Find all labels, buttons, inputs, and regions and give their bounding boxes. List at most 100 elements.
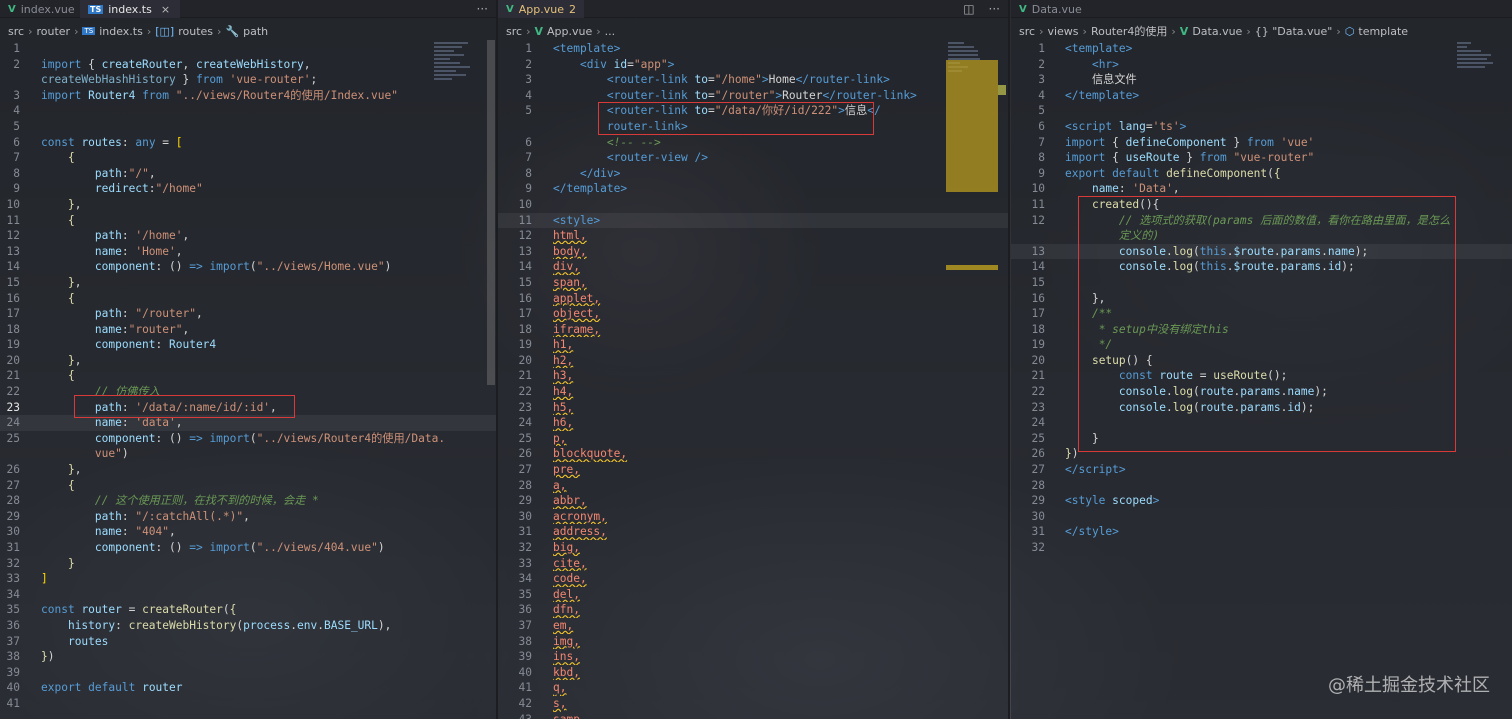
code-line[interactable]: 16 { [0,291,496,307]
code-line[interactable]: vue") [0,446,496,462]
vertical-scrollbar[interactable] [487,40,495,385]
code-line[interactable]: 7 { [0,150,496,166]
breadcrumb-item[interactable]: {} "Data.vue" [1255,25,1333,38]
code-line[interactable]: 26 }, [0,462,496,478]
code-line[interactable]: 42 s, [498,696,1008,712]
code-line[interactable]: 6 const routes: any = [ [0,135,496,151]
code-line[interactable]: 30 name: "404", [0,524,496,540]
code-line[interactable]: 6 <script lang='ts'> [1011,119,1512,135]
code-line[interactable]: 25 component: () => import("../views/Rou… [0,431,496,447]
code-line[interactable]: 27 pre, [498,462,1008,478]
code-line[interactable]: 4 [0,103,496,119]
more-actions-icon[interactable]: ··· [989,2,1000,16]
code-line[interactable]: 39 ins, [498,649,1008,665]
tab-index-vue[interactable]: V index.vue [0,0,78,18]
code-line[interactable]: 14 component: () => import("../views/Hom… [0,259,496,275]
tab-app-vue[interactable]: V App.vue 2 [498,0,584,18]
code-line[interactable]: 29 path: "/:catchAll(.*)", [0,509,496,525]
breadcrumb-item[interactable]: Router4的使用 [1091,23,1167,39]
code-line[interactable]: 8 path:"/", [0,166,496,182]
code-line[interactable]: 35 const router = createRouter({ [0,602,496,618]
code-line[interactable]: 29 abbr, [498,493,1008,509]
code-line[interactable]: 8 </div> [498,166,1008,182]
code-line[interactable]: 35 del, [498,587,1008,603]
code-line[interactable]: 10 [498,197,1008,213]
tab-data-vue[interactable]: V Data.vue [1011,0,1091,18]
code-line[interactable]: 29 <style scoped> [1011,493,1512,509]
code-line[interactable]: 12 html, [498,228,1008,244]
code-line[interactable]: 1 [0,41,496,57]
code-line[interactable]: 3 信息文件 [1011,72,1512,88]
breadcrumb-item[interactable]: routes [178,25,213,38]
more-actions-icon[interactable]: ··· [477,2,488,16]
pane-divider[interactable] [1008,0,1010,719]
code-line[interactable]: 32 } [0,556,496,572]
code-line[interactable]: 7 <router-view /> [498,150,1008,166]
code-line[interactable]: 7 import { defineComponent } from 'vue' [1011,135,1512,151]
code-line[interactable]: 37 em, [498,618,1008,634]
code-line[interactable]: 23 h5, [498,400,1008,416]
code-line[interactable]: 10 }, [0,197,496,213]
code-line[interactable]: 5 [1011,103,1512,119]
code-line[interactable]: 17 object, [498,306,1008,322]
breadcrumb-item[interactable]: App.vue [547,25,592,38]
breadcrumb-item[interactable]: Data.vue [1192,25,1242,38]
code-line[interactable]: 34 [0,587,496,603]
tab-index-ts[interactable]: TS index.ts × [80,0,180,18]
code-line[interactable]: 24 h6, [498,415,1008,431]
breadcrumb-item[interactable]: template [1358,25,1408,38]
code-line[interactable]: 9 redirect:"/home" [0,181,496,197]
code-line[interactable]: 2 <hr> [1011,57,1512,73]
breadcrumb-item[interactable]: ... [605,25,616,38]
code-line[interactable]: createWebHashHistory } from 'vue-router'… [0,72,496,88]
code-line[interactable]: 9 </template> [498,181,1008,197]
code-line[interactable]: 37 routes [0,634,496,650]
code-line[interactable]: 18 iframe, [498,322,1008,338]
code-line[interactable]: 9 export default defineComponent({ [1011,166,1512,182]
code-line[interactable]: 36 history: createWebHistory(process.env… [0,618,496,634]
code-line[interactable]: 16 applet, [498,291,1008,307]
code-line[interactable]: 31 </style> [1011,524,1512,540]
code-line[interactable]: 6 <!-- --> [498,135,1008,151]
code-line[interactable]: 40 kbd, [498,665,1008,681]
code-line[interactable]: 17 path: "/router", [0,306,496,322]
code-line[interactable]: 15 }, [0,275,496,291]
code-line[interactable]: 31 component: () => import("../views/404… [0,540,496,556]
code-line[interactable]: 1 <template> [498,41,1008,57]
code-line[interactable]: 32 big, [498,540,1008,556]
code-line[interactable]: 30 acronym, [498,509,1008,525]
code-line[interactable]: 3 import Router4 from "../views/Router4的使… [0,88,496,104]
code-line[interactable]: 13 name: 'Home', [0,244,496,260]
minimap-slider[interactable] [946,60,998,192]
code-line[interactable]: 40 export default router [0,680,496,696]
breadcrumb-item[interactable]: src [1019,25,1035,38]
code-line[interactable]: 8 import { useRoute } from "vue-router" [1011,150,1512,166]
code-line[interactable]: 1 <template> [1011,41,1512,57]
breadcrumb-item[interactable]: path [243,25,268,38]
breadcrumb-item[interactable]: router [36,25,70,38]
code-line[interactable]: 30 [1011,509,1512,525]
code-line[interactable]: 41 [0,696,496,712]
code-line[interactable]: 27 </script> [1011,462,1512,478]
code-line[interactable]: 11 { [0,213,496,229]
code-line[interactable]: 26 blockquote, [498,446,1008,462]
code-line[interactable]: 34 code, [498,571,1008,587]
code-line[interactable]: 39 [0,665,496,681]
code-line[interactable]: 3 <router-link to="/home">Home</router-l… [498,72,1008,88]
code-line[interactable]: 31 address, [498,524,1008,540]
breadcrumb-item[interactable]: src [8,25,24,38]
code-line[interactable]: 28 [1011,478,1512,494]
code-line[interactable]: 20 }, [0,353,496,369]
breadcrumb-item[interactable]: src [506,25,522,38]
code-line[interactable]: 12 path: '/home', [0,228,496,244]
code-line[interactable]: 32 [1011,540,1512,556]
minimap[interactable] [434,40,474,130]
code-line[interactable]: 2 <div id="app"> [498,57,1008,73]
code-line[interactable]: 5 [0,119,496,135]
code-line[interactable]: 28 // 这个使用正则，在找不到的时候，会走 * [0,493,496,509]
breadcrumb-item[interactable]: index.ts [99,25,143,38]
code-line[interactable]: 21 { [0,368,496,384]
code-line[interactable]: 10 name: 'Data', [1011,181,1512,197]
code-editor[interactable]: 1 <template> 2 <div id="app"> 3 <router-lin… [498,41,1008,719]
code-line[interactable]: 4 </template> [1011,88,1512,104]
